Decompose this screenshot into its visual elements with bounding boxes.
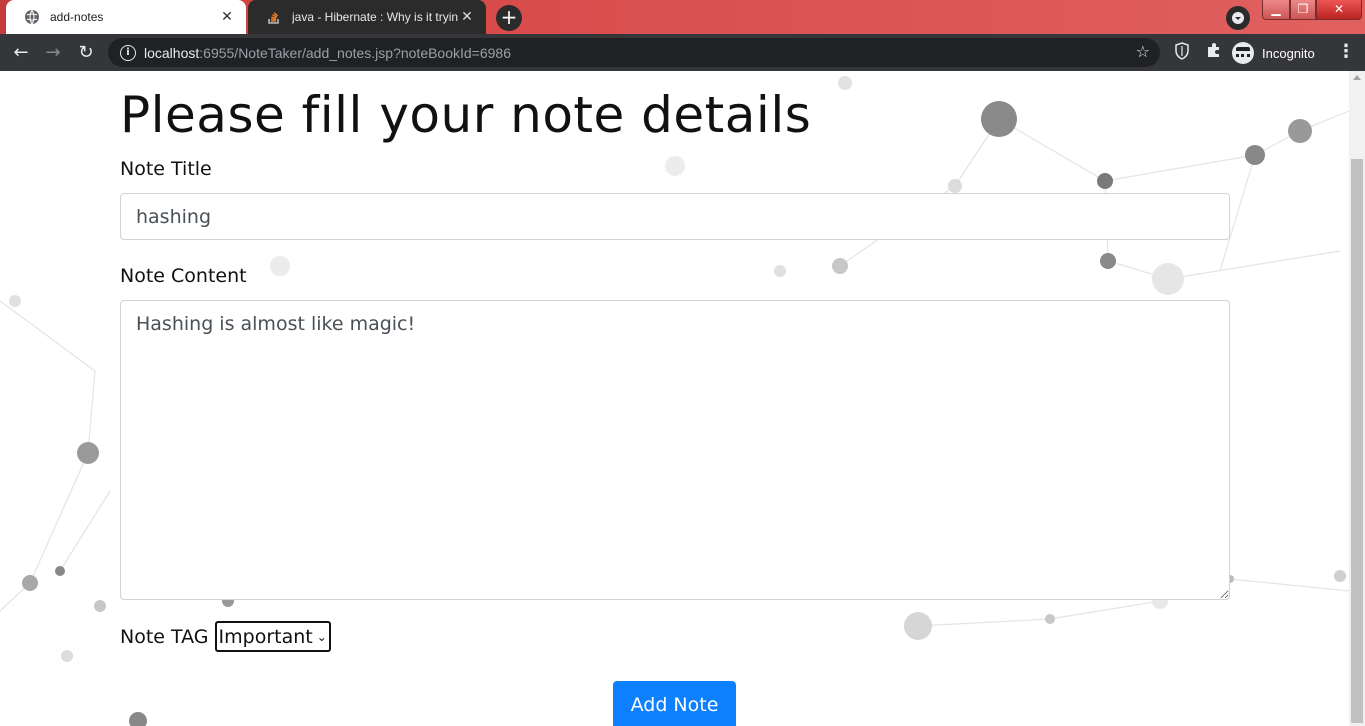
bookmark-star-icon[interactable]: ☆ bbox=[1136, 42, 1150, 61]
tab-title: java - Hibernate : Why is it trying bbox=[292, 10, 458, 24]
add-note-button[interactable]: Add Note bbox=[613, 681, 736, 726]
tab-add-notes[interactable]: add-notes ✕ bbox=[6, 0, 246, 34]
new-tab-button[interactable]: + bbox=[496, 5, 522, 31]
note-tag-label: Note TAG bbox=[120, 625, 209, 648]
tab-search-icon[interactable] bbox=[1226, 6, 1250, 30]
browser-toolbar: ← → ↻ i localhost:6955/NoteTaker/add_not… bbox=[0, 34, 1365, 71]
scroll-up-arrow-icon[interactable] bbox=[1353, 75, 1361, 80]
close-tab-icon[interactable]: ✕ bbox=[458, 8, 476, 26]
note-title-label: Note Title bbox=[120, 158, 212, 180]
tab-hibernate[interactable]: java - Hibernate : Why is it trying ✕ bbox=[248, 0, 486, 34]
incognito-icon bbox=[1232, 42, 1254, 64]
maximize-button[interactable]: ❐ bbox=[1290, 0, 1316, 20]
url-host: localhost bbox=[144, 44, 200, 61]
shield-extension-icon[interactable] bbox=[1172, 42, 1192, 62]
extensions-puzzle-icon[interactable] bbox=[1204, 42, 1224, 62]
note-tag-select[interactable]: Important ⌄ bbox=[214, 621, 331, 652]
scrollbar-thumb[interactable] bbox=[1351, 159, 1363, 723]
chevron-down-icon: ⌄ bbox=[316, 629, 327, 644]
close-window-button[interactable]: ✕ bbox=[1316, 0, 1362, 20]
close-tab-icon[interactable]: ✕ bbox=[218, 8, 236, 26]
address-bar[interactable]: i localhost:6955/NoteTaker/add_notes.jsp… bbox=[108, 38, 1160, 67]
note-tag-selected-value: Important bbox=[218, 625, 313, 648]
page-viewport: Please fill your note details Note Title… bbox=[0, 71, 1349, 726]
reload-icon[interactable]: ↻ bbox=[73, 40, 99, 66]
incognito-label: Incognito bbox=[1262, 45, 1315, 61]
note-title-input[interactable] bbox=[120, 193, 1230, 240]
stackoverflow-icon bbox=[266, 9, 282, 25]
menu-kebab-icon[interactable]: ⋮ bbox=[1336, 42, 1356, 62]
tab-title: add-notes bbox=[50, 10, 104, 24]
incognito-indicator[interactable]: Incognito bbox=[1232, 41, 1315, 65]
info-icon[interactable]: i bbox=[120, 44, 136, 61]
note-content-label: Note Content bbox=[120, 265, 247, 287]
forward-arrow-icon[interactable]: → bbox=[40, 40, 66, 66]
tab-strip: add-notes ✕ java - Hibernate : Why is it… bbox=[0, 0, 1365, 34]
note-tag-row: Note TAG Important ⌄ bbox=[120, 621, 331, 652]
back-arrow-icon[interactable]: ← bbox=[8, 40, 34, 66]
minimize-button[interactable]: ▁ bbox=[1262, 0, 1290, 20]
note-content-textarea[interactable]: Hashing is almost like magic! bbox=[120, 300, 1230, 600]
page-scrollbar[interactable] bbox=[1349, 71, 1365, 726]
page-title: Please fill your note details bbox=[120, 86, 812, 144]
globe-icon bbox=[24, 9, 40, 25]
url-path: :6955/NoteTaker/add_notes.jsp?noteBookId… bbox=[199, 44, 512, 61]
